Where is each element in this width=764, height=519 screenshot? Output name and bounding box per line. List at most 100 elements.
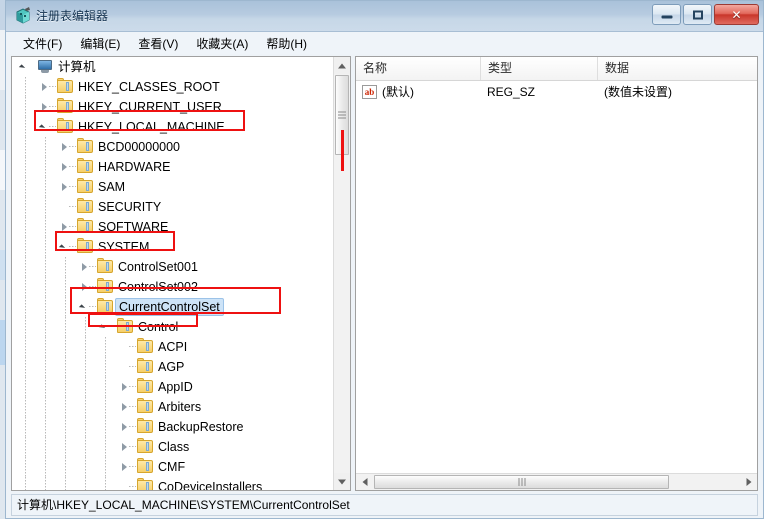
tree-item-controlset001[interactable]: ControlSet001 — [12, 257, 333, 277]
hscrollbar-thumb[interactable] — [374, 475, 669, 489]
folder-icon — [77, 218, 93, 234]
tree-guide-line — [65, 417, 66, 437]
string-value-icon: ab — [362, 85, 377, 99]
folder-icon — [137, 338, 153, 354]
tree-item-sam[interactable]: SAM — [12, 177, 333, 197]
tree-item-backuprestore[interactable]: BackupRestore — [12, 417, 333, 437]
expand-arrow-icon[interactable] — [80, 263, 89, 272]
tree-item-label: Control — [138, 320, 179, 334]
collapse-arrow-icon[interactable] — [100, 323, 109, 332]
tree-item-currentcontrolset[interactable]: CurrentControlSet — [12, 297, 333, 317]
tree-item-label: CurrentControlSet — [115, 298, 224, 316]
expand-arrow-icon[interactable] — [60, 163, 69, 172]
tree-guide-line — [45, 137, 46, 157]
collapse-arrow-icon[interactable] — [20, 63, 29, 72]
expand-arrow-icon[interactable] — [40, 103, 49, 112]
tree-guide-line — [25, 77, 26, 97]
maximize-button[interactable] — [683, 4, 712, 25]
tree-item-label: HKEY_CURRENT_USER — [78, 100, 222, 114]
menu-help[interactable]: 帮助(H) — [257, 33, 316, 54]
folder-icon — [137, 418, 153, 434]
tree-guide-line — [65, 277, 66, 297]
expand-arrow-icon[interactable] — [60, 223, 69, 232]
tree-item-appid[interactable]: AppID — [12, 377, 333, 397]
tree-item-hkey-classes-root[interactable]: HKEY_CLASSES_ROOT — [12, 77, 333, 97]
tree-item-control[interactable]: Control — [12, 317, 333, 337]
main-window: 注册表编辑器 ✕ 文件(F) 编辑(E) 查看(V) 收藏夹(A) 帮助(H) — [5, 0, 764, 519]
tree-guide-line — [45, 277, 46, 297]
tree-guide-line — [45, 437, 46, 457]
tree-vertical-scrollbar[interactable] — [333, 57, 350, 490]
expand-arrow-icon[interactable] — [80, 283, 89, 292]
tree-item-software[interactable]: SOFTWARE — [12, 217, 333, 237]
tree-item-hardware[interactable]: HARDWARE — [12, 157, 333, 177]
tree-item-hkey-local-machine[interactable]: HKEY_LOCAL_MACHINE — [12, 117, 333, 137]
tree-guide-line — [25, 297, 26, 317]
close-button[interactable]: ✕ — [714, 4, 759, 25]
tree-guide-line — [45, 217, 46, 237]
registry-values-pane[interactable]: 名称 类型 数据 ab (默认) REG_SZ (数值未设置) — [355, 56, 758, 491]
tree-item-agp[interactable]: AGP — [12, 357, 333, 377]
collapse-arrow-icon[interactable] — [80, 303, 89, 312]
tree-item-codeviceinstallers[interactable]: CoDeviceInstallers — [12, 477, 333, 490]
tree-item-label: Class — [158, 440, 190, 454]
tree-item-arbiters[interactable]: Arbiters — [12, 397, 333, 417]
tree-item-acpi[interactable]: ACPI — [12, 337, 333, 357]
scroll-right-button[interactable] — [740, 474, 757, 490]
collapse-arrow-icon[interactable] — [40, 123, 49, 132]
tree-item-security[interactable]: SECURITY — [12, 197, 333, 217]
registry-editor-icon — [16, 7, 30, 24]
expand-arrow-icon[interactable] — [60, 143, 69, 152]
tree-guide-line — [45, 177, 46, 197]
tree-item--[interactable]: 计算机 — [12, 57, 333, 77]
scroll-up-button[interactable] — [334, 57, 350, 74]
tree-guide-line — [65, 457, 66, 477]
minimize-button[interactable] — [652, 4, 681, 25]
tree-item-label: Arbiters — [158, 400, 202, 414]
registry-tree[interactable]: 计算机 HKEY_CLASSES_ROOT HKEY_CURRENT_USER HKE… — [12, 57, 333, 490]
expand-arrow-icon[interactable] — [40, 83, 49, 92]
tree-item-label: AppID — [158, 380, 193, 394]
tree-item-controlset002[interactable]: ControlSet002 — [12, 277, 333, 297]
tree-guide-line — [85, 357, 86, 377]
tree-item-system[interactable]: SYSTEM — [12, 237, 333, 257]
tree-item-class[interactable]: Class — [12, 437, 333, 457]
tree-guide-line — [85, 477, 86, 490]
values-column-headers: 名称 类型 数据 — [356, 57, 757, 81]
tree-item-bcd00000000[interactable]: BCD00000000 — [12, 137, 333, 157]
scroll-down-button[interactable] — [334, 473, 350, 490]
status-bar: 计算机\HKEY_LOCAL_MACHINE\SYSTEM\CurrentCon… — [11, 494, 758, 516]
title-bar[interactable]: 注册表编辑器 ✕ — [6, 1, 763, 32]
tree-guide-line — [25, 257, 26, 277]
expand-arrow-icon[interactable] — [120, 463, 129, 472]
collapse-arrow-icon[interactable] — [60, 243, 69, 252]
tree-guide-line — [25, 117, 26, 137]
value-type: REG_SZ — [487, 85, 536, 99]
tree-guide-line — [85, 337, 86, 357]
menu-view[interactable]: 查看(V) — [129, 33, 187, 54]
menu-favorites[interactable]: 收藏夹(A) — [187, 33, 257, 54]
tree-guide-line — [25, 397, 26, 417]
column-header-type[interactable]: 类型 — [481, 57, 598, 80]
menu-file[interactable]: 文件(F) — [14, 33, 71, 54]
values-horizontal-scrollbar[interactable] — [356, 473, 757, 490]
column-header-data[interactable]: 数据 — [598, 57, 757, 80]
tree-guide-line — [25, 197, 26, 217]
expand-arrow-icon[interactable] — [120, 443, 129, 452]
computer-icon — [37, 60, 53, 74]
tree-item-cmf[interactable]: CMF — [12, 457, 333, 477]
table-row[interactable]: ab (默认) REG_SZ (数值未设置) — [356, 81, 757, 103]
registry-tree-pane[interactable]: 计算机 HKEY_CLASSES_ROOT HKEY_CURRENT_USER HKE… — [11, 56, 351, 491]
scroll-left-button[interactable] — [356, 474, 373, 490]
tree-item-hkey-current-user[interactable]: HKEY_CURRENT_USER — [12, 97, 333, 117]
expand-arrow-icon[interactable] — [120, 403, 129, 412]
expand-arrow-icon[interactable] — [120, 383, 129, 392]
expand-arrow-icon[interactable] — [60, 183, 69, 192]
folder-icon — [117, 318, 133, 334]
expand-arrow-icon[interactable] — [120, 423, 129, 432]
folder-icon — [57, 98, 73, 114]
menu-edit[interactable]: 编辑(E) — [71, 33, 129, 54]
scrollbar-thumb[interactable] — [335, 75, 349, 155]
tree-item-label: HARDWARE — [98, 160, 171, 174]
column-header-name[interactable]: 名称 — [356, 57, 481, 80]
